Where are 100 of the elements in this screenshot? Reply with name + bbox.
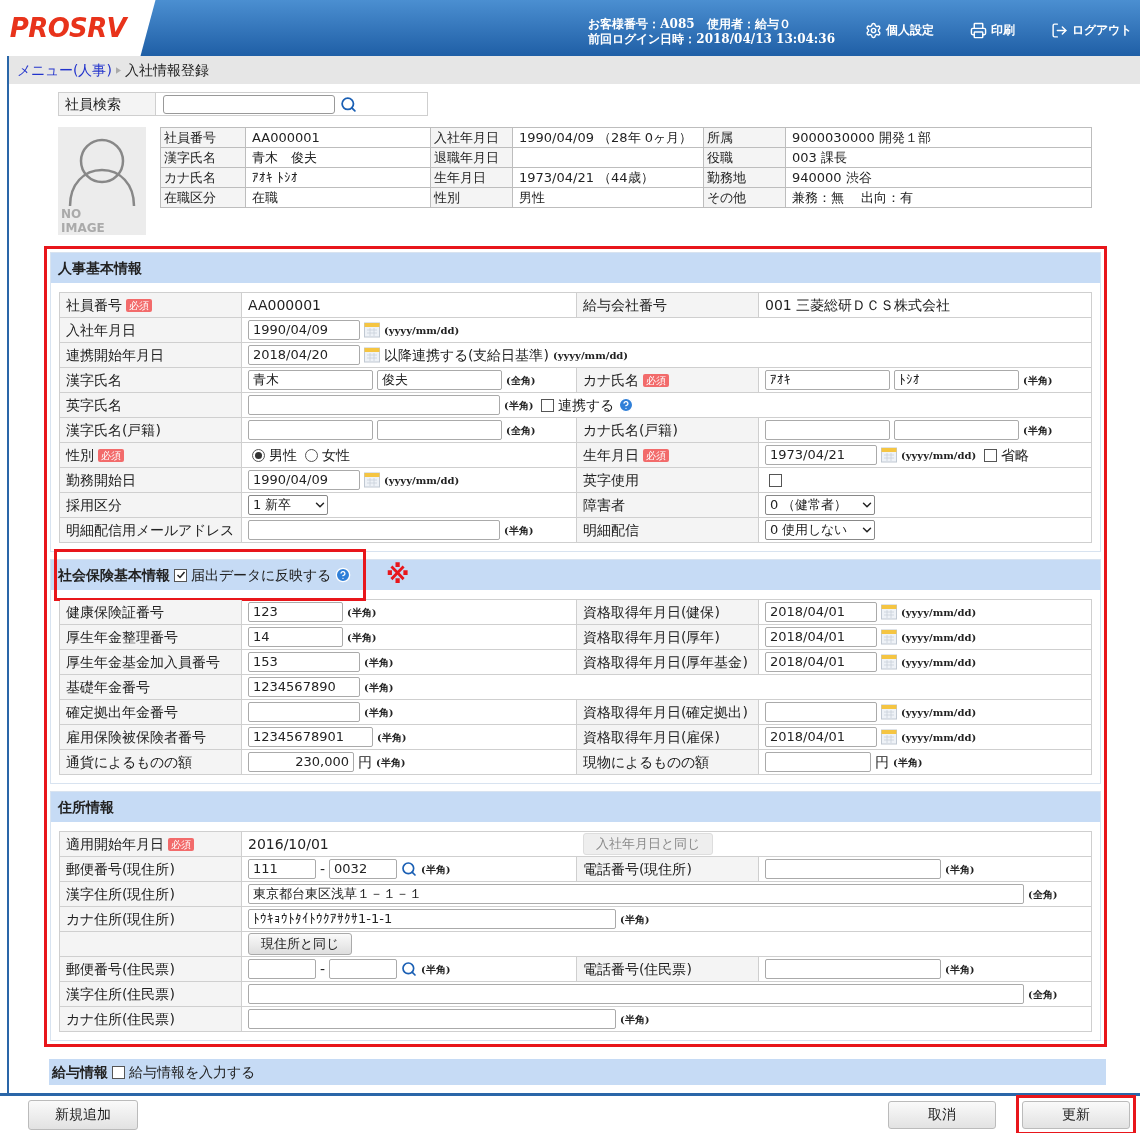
checkbox[interactable] bbox=[984, 448, 998, 462]
calendar-icon[interactable] bbox=[881, 729, 897, 745]
action-button[interactable]: 現住所と同じ bbox=[248, 933, 352, 955]
field-label: 資格取得年月日(厚年基金) bbox=[583, 652, 748, 672]
dropdown[interactable]: 0 使用しない bbox=[765, 520, 875, 540]
text-input[interactable]: 1234567890 bbox=[248, 677, 360, 697]
text-input[interactable] bbox=[765, 859, 941, 879]
search-field[interactable] bbox=[163, 94, 335, 114]
header-link[interactable]: 個人設定 bbox=[865, 21, 934, 39]
checkbox[interactable] bbox=[112, 1065, 125, 1079]
field-label: 基礎年金番号 bbox=[66, 677, 150, 697]
calendar-icon[interactable] bbox=[881, 629, 897, 645]
format-note: (半角) bbox=[347, 630, 377, 645]
checkbox[interactable] bbox=[769, 473, 782, 487]
text-input[interactable]: 12345678901 bbox=[248, 727, 373, 747]
text-input[interactable] bbox=[765, 752, 871, 772]
text-input[interactable] bbox=[329, 959, 398, 979]
search-icon[interactable] bbox=[401, 961, 418, 977]
calendar-icon[interactable] bbox=[881, 447, 897, 463]
breadcrumb-link[interactable]: メニュー(人事) bbox=[17, 59, 112, 81]
help-icon[interactable] bbox=[335, 567, 351, 583]
footer-button[interactable]: 新規追加 bbox=[28, 1099, 138, 1130]
text-input[interactable]: ｱｵｷ bbox=[765, 370, 890, 390]
text-input[interactable] bbox=[765, 702, 877, 722]
help-icon[interactable] bbox=[618, 397, 635, 413]
text-input[interactable]: 0032 bbox=[329, 859, 398, 879]
text-input[interactable]: 1990/04/09 bbox=[248, 470, 360, 490]
calendar-icon[interactable] bbox=[881, 654, 897, 670]
field-label: 連携開始年月日 bbox=[66, 345, 164, 365]
format-note: (全角) bbox=[506, 423, 536, 438]
calendar-icon[interactable] bbox=[364, 472, 380, 488]
section-title: 人事基本情報 bbox=[58, 258, 142, 278]
calendar-icon[interactable] bbox=[881, 704, 897, 720]
text-input[interactable] bbox=[377, 420, 502, 440]
format-note: (半角) bbox=[421, 862, 451, 877]
text-input[interactable]: 青木 bbox=[248, 370, 373, 390]
field-label: 英字氏名 bbox=[66, 395, 122, 415]
text-input[interactable] bbox=[248, 1009, 616, 1029]
field-label: 適用開始年月日 bbox=[66, 834, 164, 854]
text-input[interactable]: 153 bbox=[248, 652, 360, 672]
text-input[interactable]: ﾄｳｷｮｳﾄﾀｲﾄｳｸｱｻｸｻ1-1-1 bbox=[248, 909, 616, 929]
header-link[interactable]: 印刷 bbox=[970, 21, 1015, 39]
value-text: - bbox=[320, 859, 326, 879]
radio-button[interactable] bbox=[252, 448, 265, 462]
info-value: AA000001 bbox=[246, 128, 431, 148]
text-input[interactable]: 東京都台東区浅草１－１－１ bbox=[248, 884, 1024, 904]
text-input[interactable]: 123 bbox=[248, 602, 343, 622]
footer-button[interactable]: 更新 bbox=[1022, 1100, 1130, 1129]
calendar-icon[interactable] bbox=[364, 322, 380, 338]
field-label: 英字使用 bbox=[583, 470, 639, 490]
format-note: (半角) bbox=[945, 862, 975, 877]
text-input[interactable] bbox=[248, 420, 373, 440]
search-icon[interactable] bbox=[401, 861, 418, 877]
checkbox[interactable] bbox=[174, 568, 187, 582]
text-input[interactable]: 俊夫 bbox=[377, 370, 502, 390]
header-link[interactable]: ログアウト bbox=[1051, 21, 1132, 39]
text-input[interactable]: 111 bbox=[248, 859, 316, 879]
radio-label: 女性 bbox=[322, 445, 350, 465]
text-input[interactable]: 2018/04/01 bbox=[765, 602, 877, 622]
text-input[interactable]: 230,000 bbox=[248, 752, 354, 772]
dropdown[interactable]: 0 （健常者） bbox=[765, 495, 875, 515]
info-label: 入社年月日 bbox=[431, 128, 513, 148]
text-input[interactable] bbox=[248, 520, 500, 540]
calendar-icon[interactable] bbox=[881, 604, 897, 620]
text-input[interactable]: ﾄｼｵ bbox=[894, 370, 1019, 390]
value-text: 2016/10/01 bbox=[248, 834, 329, 854]
checkbox[interactable] bbox=[541, 398, 555, 412]
text-input[interactable]: 2018/04/20 bbox=[248, 345, 360, 365]
info-value: 兼務：無 出向：有 bbox=[786, 188, 1092, 208]
info-label: 退職年月日 bbox=[431, 148, 513, 168]
section-title: 給与情報 bbox=[52, 1062, 108, 1082]
format-note: (半角) bbox=[347, 605, 377, 620]
text-input[interactable] bbox=[248, 702, 360, 722]
text-input[interactable]: 1990/04/09 bbox=[248, 320, 360, 340]
format-note: (全角) bbox=[506, 373, 536, 388]
calendar-icon[interactable] bbox=[364, 347, 380, 363]
value-text: 円 bbox=[358, 752, 372, 772]
text-input[interactable]: 2018/04/01 bbox=[765, 627, 877, 647]
text-input[interactable]: 14 bbox=[248, 627, 343, 647]
info-label: カナ氏名 bbox=[161, 168, 246, 188]
search-icon[interactable] bbox=[340, 95, 357, 113]
text-input[interactable] bbox=[248, 395, 500, 415]
text-input[interactable] bbox=[765, 959, 941, 979]
text-input[interactable] bbox=[248, 984, 1024, 1004]
value-text: AA000001 bbox=[248, 295, 321, 315]
required-badge: 必須 bbox=[643, 448, 669, 462]
text-input[interactable] bbox=[248, 959, 316, 979]
dropdown[interactable]: 1 新卒 bbox=[248, 495, 328, 515]
text-input[interactable] bbox=[765, 420, 890, 440]
format-note: (yyyy/mm/dd) bbox=[384, 473, 460, 488]
footer-button[interactable]: 取消 bbox=[888, 1100, 996, 1129]
radio-button[interactable] bbox=[305, 448, 318, 462]
field-label: 入社年月日 bbox=[66, 320, 136, 340]
text-input[interactable] bbox=[894, 420, 1019, 440]
text-input[interactable]: 2018/04/01 bbox=[765, 727, 877, 747]
customer-info: お客様番号：A085 使用者：給与０ bbox=[588, 17, 792, 32]
text-input[interactable]: 2018/04/01 bbox=[765, 652, 877, 672]
text-input[interactable]: 1973/04/21 bbox=[765, 445, 877, 465]
radio-label: 男性 bbox=[269, 445, 297, 465]
format-note: (半角) bbox=[893, 755, 923, 770]
